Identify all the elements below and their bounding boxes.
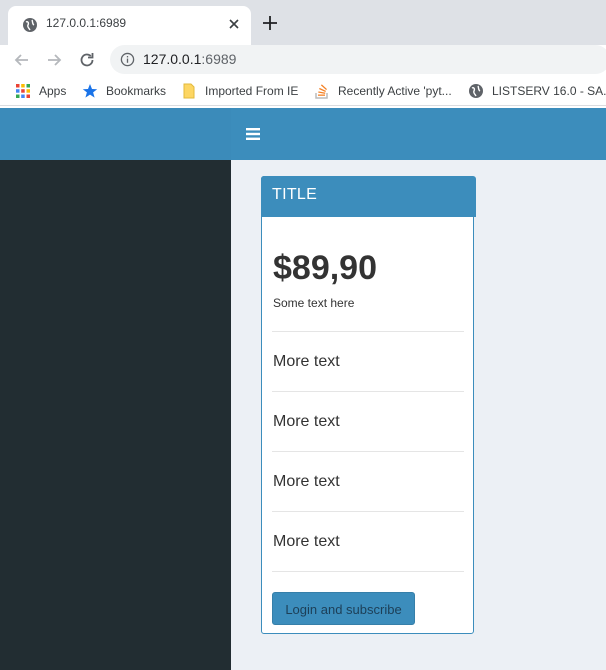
browser-tab[interactable]: 127.0.0.1:6989	[8, 6, 251, 45]
list-item: More text	[272, 511, 464, 571]
list-item-text: More text	[273, 533, 340, 550]
card-header: TITLE	[261, 176, 476, 217]
list-item: More text	[272, 331, 464, 391]
back-arrow-icon[interactable]	[12, 50, 32, 70]
apps-grid-icon	[16, 83, 30, 98]
app-viewport: TITLE $89,90 Some text here More text Mo…	[0, 106, 606, 670]
url-text: 127.0.0.1:6989	[143, 51, 236, 67]
globe-icon	[23, 18, 37, 32]
new-tab-plus-icon[interactable]	[261, 14, 279, 32]
stack-icon	[315, 83, 328, 99]
url-host: 127.0.0.1	[143, 51, 202, 67]
site-info-icon[interactable]	[120, 52, 135, 67]
tab-title: 127.0.0.1:6989	[46, 16, 127, 30]
address-bar[interactable]: 127.0.0.1:6989	[110, 45, 606, 74]
bookmark-label: Apps	[39, 83, 67, 98]
login-subscribe-button[interactable]: Login and subscribe	[272, 592, 415, 625]
bookmark-imported-from-ie[interactable]: Imported From IE	[181, 76, 298, 105]
top-navbar	[231, 108, 606, 160]
pricing-card: TITLE $89,90 Some text here More text Mo…	[261, 176, 476, 634]
list-item-text: More text	[273, 473, 340, 490]
content-area: TITLE $89,90 Some text here More text Mo…	[231, 160, 606, 670]
reload-icon[interactable]	[77, 50, 97, 70]
bookmark-recently-active[interactable]: Recently Active 'pyt...	[314, 76, 452, 105]
list-item-text: More text	[273, 353, 340, 370]
hamburger-menu-icon[interactable]	[246, 127, 260, 141]
price-subtext: Some text here	[273, 296, 355, 310]
bookmark-label: Recently Active 'pyt...	[338, 83, 452, 98]
list-item: More text	[272, 391, 464, 451]
price: $89,90	[273, 249, 377, 287]
bookmarks-bar: Apps Bookmarks Imported From IE Recently…	[0, 76, 606, 106]
logo-area	[0, 108, 231, 160]
star-icon	[82, 83, 98, 98]
folder-icon	[183, 83, 195, 98]
globe-icon	[469, 83, 483, 98]
bookmark-label: Imported From IE	[205, 83, 299, 98]
bookmark-listserv[interactable]: LISTSERV 16.0 - SA...	[468, 76, 606, 105]
browser-tabstrip: 127.0.0.1:6989	[0, 0, 606, 45]
bookmark-bookmarks[interactable]: Bookmarks	[82, 76, 166, 105]
divider	[272, 571, 464, 572]
bookmark-label: Bookmarks	[106, 83, 167, 98]
list-item: More text	[272, 451, 464, 511]
forward-arrow-icon[interactable]	[44, 50, 64, 70]
close-icon[interactable]	[226, 16, 242, 32]
bookmark-label: LISTSERV 16.0 - SA...	[492, 83, 606, 98]
list-item-text: More text	[273, 413, 340, 430]
sidebar	[0, 160, 231, 670]
card-title: TITLE	[272, 186, 318, 203]
url-port: :6989	[201, 51, 237, 67]
browser-toolbar: 127.0.0.1:6989	[0, 45, 606, 76]
bookmark-apps[interactable]: Apps	[15, 76, 66, 105]
